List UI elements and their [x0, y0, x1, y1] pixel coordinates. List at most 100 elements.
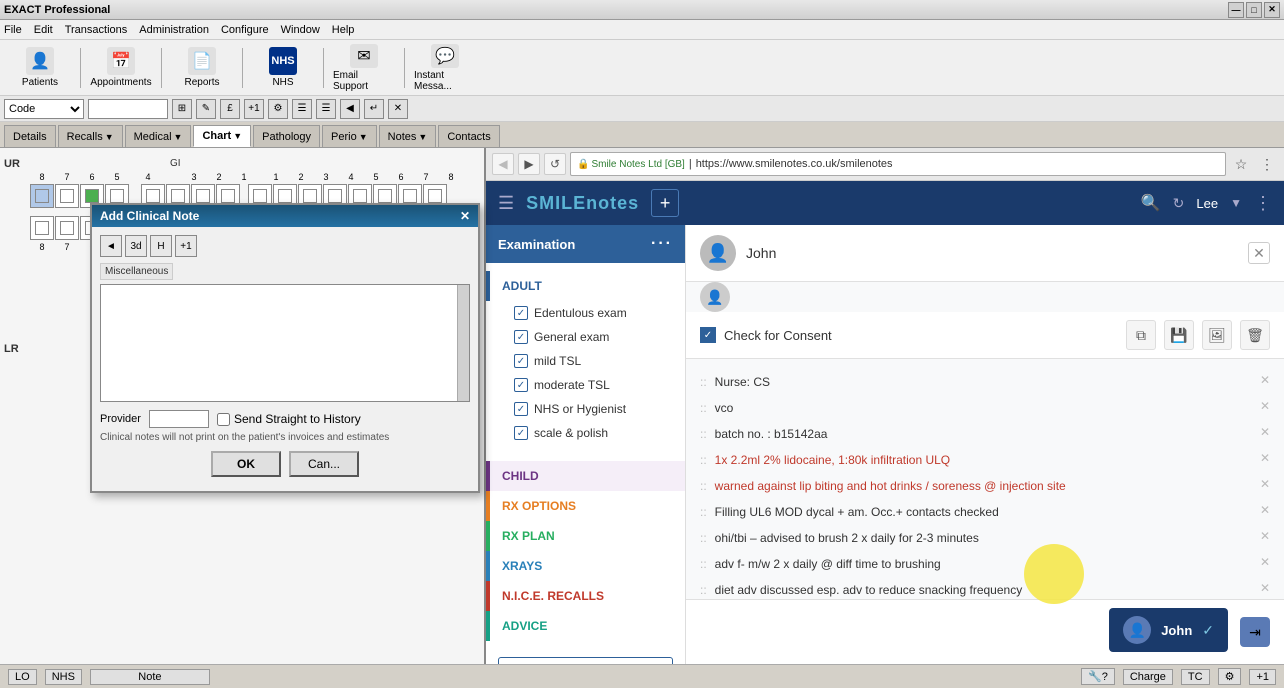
category-rx-plan[interactable]: RX PLAN	[486, 521, 685, 551]
code-btn-10[interactable]: ✕	[388, 99, 408, 119]
note-close-6[interactable]: ✕	[1260, 529, 1270, 547]
menu-edit[interactable]: Edit	[34, 24, 53, 36]
category-adult[interactable]: ADULT	[486, 271, 685, 301]
menu-window[interactable]: Window	[281, 24, 320, 36]
close-btn[interactable]: ✕	[1264, 2, 1280, 18]
toolbar-email[interactable]: ✉ Email Support	[332, 43, 396, 93]
menu-transactions[interactable]: Transactions	[65, 24, 128, 36]
tab-chart[interactable]: Chart ▼	[193, 125, 251, 147]
note-close-3[interactable]: ✕	[1260, 451, 1270, 469]
code-btn-5[interactable]: ⚙	[268, 99, 288, 119]
code-input[interactable]	[88, 99, 168, 119]
note-button[interactable]: Note	[90, 669, 210, 685]
textarea-scrollbar[interactable]	[457, 285, 469, 401]
dialog-3d-btn[interactable]: 3d	[125, 235, 147, 257]
category-advice[interactable]: ADVICE	[486, 611, 685, 641]
star-btn[interactable]: ☆	[1230, 153, 1252, 175]
tab-recalls[interactable]: Recalls ▼	[58, 125, 123, 147]
menu-help[interactable]: Help	[332, 24, 355, 36]
code-btn-3[interactable]: £	[220, 99, 240, 119]
note-close-2[interactable]: ✕	[1260, 425, 1270, 443]
exam-item-scale-polish[interactable]: ✓ scale & polish	[486, 421, 685, 445]
toolbar-reports[interactable]: 📄 Reports	[170, 43, 234, 93]
provider-input[interactable]	[149, 410, 209, 428]
image-icon-btn[interactable]: 🖼	[1202, 320, 1232, 350]
exam-item-mild-tsl[interactable]: ✓ mild TSL	[486, 349, 685, 373]
tab-notes[interactable]: Notes ▼	[379, 125, 437, 147]
save-icon-btn[interactable]: 💾	[1164, 320, 1194, 350]
dialog-cancel-button[interactable]: Can...	[289, 451, 359, 477]
note-close-0[interactable]: ✕	[1260, 373, 1270, 391]
tab-contacts[interactable]: Contacts	[438, 125, 499, 147]
tab-perio[interactable]: Perio ▼	[322, 125, 377, 147]
menu-administration[interactable]: Administration	[139, 24, 209, 36]
copy-icon-btn[interactable]: ⧉	[1126, 320, 1156, 350]
exam-item-nhs-hygienist[interactable]: ✓ NHS or Hygienist	[486, 397, 685, 421]
hamburger-icon[interactable]: ☰	[498, 193, 514, 214]
tab-pathology[interactable]: Pathology	[253, 125, 320, 147]
john-patient-button[interactable]: 👤 John ✓	[1109, 608, 1228, 652]
dialog-back-btn[interactable]: ◄	[100, 235, 122, 257]
note-close-1[interactable]: ✕	[1260, 399, 1270, 417]
clinical-note-textarea[interactable]	[101, 285, 469, 401]
category-child[interactable]: CHILD	[486, 461, 685, 491]
chevron-down-icon[interactable]: ▼	[1230, 196, 1242, 210]
status-settings-icon[interactable]: ⚙	[1218, 668, 1242, 685]
code-btn-1[interactable]: ⊞	[172, 99, 192, 119]
toolbar-nhs[interactable]: NHS NHS	[251, 43, 315, 93]
menu-file[interactable]: File	[4, 24, 22, 36]
code-btn-7[interactable]: ☰	[316, 99, 336, 119]
exam-item-general[interactable]: ✓ General exam	[486, 325, 685, 349]
smile-refresh-icon[interactable]: ↻	[1173, 195, 1185, 212]
exam-item-edentulous[interactable]: ✓ Edentulous exam	[486, 301, 685, 325]
minimize-btn[interactable]: —	[1228, 2, 1244, 18]
note-close-7[interactable]: ✕	[1260, 555, 1270, 573]
note-close-5[interactable]: ✕	[1260, 503, 1270, 521]
consent-checkbox[interactable]: ✓	[700, 327, 716, 343]
delete-icon-btn[interactable]: 🗑	[1240, 320, 1270, 350]
code-btn-2[interactable]: ✎	[196, 99, 216, 119]
smile-add-button[interactable]: +	[651, 189, 679, 217]
note-close-4[interactable]: ✕	[1260, 477, 1270, 495]
refresh-btn[interactable]: ↺	[544, 153, 566, 175]
dialog-h-btn[interactable]: H	[150, 235, 172, 257]
toolbar-patients[interactable]: 👤 Patients	[8, 43, 72, 93]
john-arrow-button[interactable]: ⇥	[1240, 617, 1270, 647]
toolbar-instant-message[interactable]: 💬 Instant Messa...	[413, 43, 477, 93]
address-bar[interactable]: 🔒 Smile Notes Ltd [GB] | https://www.smi…	[570, 152, 1226, 176]
patient-close-button[interactable]: ✕	[1248, 242, 1270, 264]
back-btn[interactable]: ◀	[492, 153, 514, 175]
free-note-button[interactable]: Free Note	[498, 657, 673, 664]
tooth-box-lower-8[interactable]	[30, 216, 54, 240]
patient-name-input[interactable]	[746, 245, 1238, 261]
menu-configure[interactable]: Configure	[221, 24, 269, 36]
tooth-box-upper-7[interactable]	[55, 184, 79, 208]
code-btn-4[interactable]: +1	[244, 99, 264, 119]
note-close-8[interactable]: ✕	[1260, 581, 1270, 599]
code-btn-9[interactable]: ↵	[364, 99, 384, 119]
exam-dots-icon[interactable]: ···	[651, 235, 673, 253]
dialog-close-icon[interactable]: ✕	[460, 209, 470, 223]
category-rx-options[interactable]: RX OPTIONS	[486, 491, 685, 521]
exam-item-moderate-tsl[interactable]: ✓ moderate TSL	[486, 373, 685, 397]
status-plus1[interactable]: +1	[1249, 669, 1276, 685]
code-select[interactable]: Code	[4, 99, 84, 119]
code-btn-8[interactable]: ◀	[340, 99, 360, 119]
browser-menu-btn[interactable]: ⋮	[1256, 153, 1278, 175]
code-btn-6[interactable]: ☰	[292, 99, 312, 119]
forward-btn[interactable]: ▶	[518, 153, 540, 175]
dialog-ok-button[interactable]: OK	[211, 451, 281, 477]
smile-user-label[interactable]: Lee	[1196, 196, 1218, 211]
smile-menu-icon[interactable]: ⋮	[1254, 193, 1272, 214]
tooth-box-upper-8[interactable]	[30, 184, 54, 208]
send-history-checkbox[interactable]	[217, 413, 230, 426]
category-xrays[interactable]: XRAYS	[486, 551, 685, 581]
maximize-btn[interactable]: □	[1246, 2, 1262, 18]
smile-search-icon[interactable]: 🔍	[1141, 193, 1161, 213]
category-nice[interactable]: N.I.C.E. RECALLS	[486, 581, 685, 611]
tab-details[interactable]: Details	[4, 125, 56, 147]
tab-medical[interactable]: Medical ▼	[125, 125, 192, 147]
toolbar-appointments[interactable]: 📅 Appointments	[89, 43, 153, 93]
tooth-box-lower-7[interactable]	[55, 216, 79, 240]
dialog-plus1-btn[interactable]: +1	[175, 235, 197, 257]
